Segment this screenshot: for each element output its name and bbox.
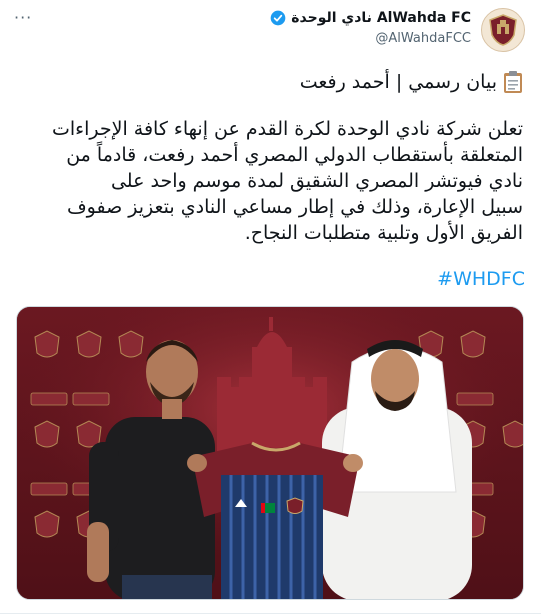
avatar[interactable] [481,8,525,52]
body-line: سبيل الإعارة، وذلك في إطار مساعي النادي … [66,196,523,218]
tweet-card: ··· AlWahda FC نادي الوحدة @AlWahdaFCC ب… [0,0,541,614]
clipboard-icon [504,71,522,93]
user-handle[interactable]: @AlWahdaFCC [375,31,471,46]
body-line: الفريق الأول وتلبية متطلبات النجاح. [244,222,523,244]
club-crest-icon [489,14,517,46]
hashtag-link[interactable]: #WHDFC [437,268,525,290]
tweet-body: تعلن شركة نادي الوحدة لكرة القدم عن إنها… [23,116,523,246]
tweet-media-photo[interactable] [16,306,524,600]
display-name[interactable]: AlWahda FC نادي الوحدة [291,10,471,26]
body-line: المتعلقة بأستقطاب الدولي المصري أحمد رفع… [66,144,523,166]
heading-text: بيان رسمي | أحمد رفعت [299,71,497,93]
body-line: تعلن شركة نادي الوحدة لكرة القدم عن إنها… [52,118,523,140]
more-options-icon[interactable]: ··· [14,8,32,27]
tweet-heading: بيان رسمي | أحمد رفعت [300,70,523,94]
author-name-row: AlWahda FC نادي الوحدة [270,10,471,26]
verified-badge-icon [270,10,286,26]
body-line: نادي فيوتشر المصري الشقيق لمدة موسم واحد… [110,170,523,192]
signing-photo [17,307,523,599]
